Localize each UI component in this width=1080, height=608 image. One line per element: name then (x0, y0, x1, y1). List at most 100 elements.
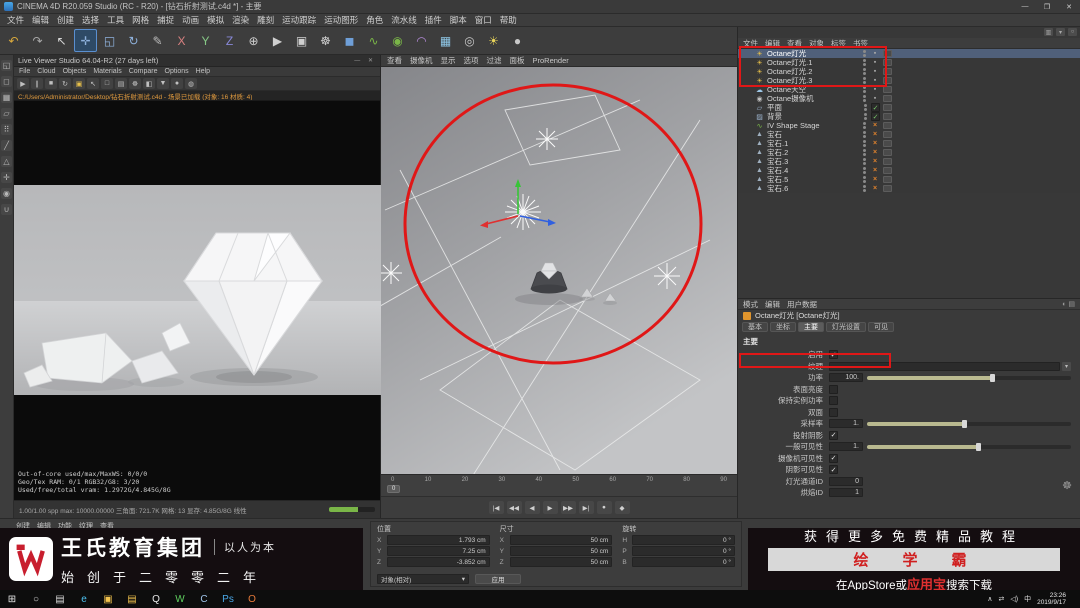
live-viewer-tool-icon[interactable]: ◍ (185, 78, 197, 89)
menu-item[interactable]: 工具 (103, 14, 128, 26)
visibility-dots[interactable] (864, 104, 868, 111)
taskbar-app-icon[interactable]: Ps (216, 590, 240, 608)
object-tag-chip[interactable] (883, 77, 892, 84)
menu-item[interactable]: 角色 (362, 14, 387, 26)
toolbar-icon[interactable]: Y (194, 29, 217, 52)
object-row[interactable]: 背景 (738, 112, 1080, 121)
toolbar-icon[interactable]: ◱ (98, 29, 121, 52)
property-number-field[interactable]: 1 (829, 488, 863, 498)
volume-icon[interactable]: ◁) (1010, 595, 1018, 603)
toolbar-icon[interactable]: ◎ (458, 29, 481, 52)
object-tag-icon[interactable] (871, 103, 880, 112)
object-tag-chip[interactable] (883, 50, 892, 57)
transport-button[interactable]: ▶ (542, 501, 558, 514)
taskbar-app-icon[interactable]: ▤ (120, 590, 144, 608)
object-manager-menu-item[interactable]: 对象 (809, 38, 824, 49)
toolbar-icon[interactable]: ☸ (314, 29, 337, 52)
object-tag-icon[interactable] (870, 185, 880, 192)
property-value-field[interactable]: 100. (829, 373, 863, 383)
menu-item[interactable]: 窗口 (471, 14, 496, 26)
visibility-dots[interactable] (863, 149, 867, 156)
property-checkbox[interactable] (829, 465, 838, 475)
menu-item[interactable]: 选择 (78, 14, 103, 26)
ime-indicator[interactable]: 中 (1024, 594, 1031, 604)
live-viewer-tool-icon[interactable]: ▶ (17, 78, 29, 89)
visibility-dots[interactable] (864, 113, 868, 120)
property-checkbox[interactable] (829, 384, 838, 394)
coord-input[interactable]: 50 cm (509, 535, 613, 545)
network-icon[interactable]: ⇄ (998, 595, 1004, 603)
apply-button[interactable]: 应用 (475, 574, 521, 584)
object-manager-menu-item[interactable]: 查看 (787, 38, 802, 49)
coord-input[interactable]: 0 ° (632, 535, 736, 545)
live-viewer-tool-icon[interactable]: ▼ (157, 78, 169, 89)
timeline-handle[interactable]: 0 (387, 485, 401, 493)
transport-button[interactable]: ◀ (524, 501, 540, 514)
toolbar-icon[interactable]: ✎ (146, 29, 169, 52)
menu-item[interactable]: 模拟 (203, 14, 228, 26)
visibility-dots[interactable] (863, 122, 867, 129)
taskbar-app-icon[interactable]: ○ (24, 590, 48, 608)
toolbar-icon[interactable]: ✛ (74, 29, 97, 52)
mode-icon[interactable]: ╱ (1, 140, 12, 151)
mode-icon[interactable]: ◻ (1, 76, 12, 87)
attr-menu-userdata[interactable]: 用户数据 (787, 299, 817, 310)
object-tag-chip[interactable] (883, 122, 892, 129)
coord-input[interactable]: 0 ° (632, 557, 736, 567)
minimize-button[interactable]: — (1014, 0, 1036, 13)
visibility-dots[interactable] (863, 131, 867, 138)
transport-button[interactable]: |◀ (488, 501, 504, 514)
visibility-dots[interactable] (863, 158, 867, 165)
taskbar-app-icon[interactable]: ⊞ (0, 590, 24, 608)
object-manager-menu-item[interactable]: 标签 (831, 38, 846, 49)
clock[interactable]: 23:26 2019/9/17 (1037, 592, 1066, 607)
property-checkbox[interactable] (829, 350, 838, 360)
object-tag-chip[interactable] (883, 95, 892, 102)
coord-input[interactable]: 50 cm (509, 557, 613, 567)
object-tag-icon[interactable] (870, 59, 880, 66)
toolbar-icon[interactable]: ↖ (50, 29, 73, 52)
menu-item[interactable]: 文件 (3, 14, 28, 26)
live-viewer-tool-icon[interactable]: ☸ (129, 78, 141, 89)
object-tag-icon[interactable] (870, 77, 880, 84)
close-button[interactable]: ✕ (1058, 0, 1080, 13)
menu-item[interactable]: 运动跟踪 (278, 14, 320, 26)
property-slider[interactable] (867, 442, 1071, 451)
toolbar-icon[interactable]: ▶ (266, 29, 289, 52)
visibility-dots[interactable] (863, 77, 867, 84)
menu-item[interactable]: 渲染 (228, 14, 253, 26)
attribute-tab[interactable]: 灯光设置 (826, 322, 866, 332)
object-tag-icon[interactable] (870, 140, 880, 147)
property-number-field[interactable]: 0 (829, 476, 863, 486)
toolbar-icon[interactable]: ↷ (26, 29, 49, 52)
live-viewer-tool-icon[interactable]: ▤ (115, 78, 127, 89)
attribute-tab[interactable]: 基本 (742, 322, 768, 332)
coord-input[interactable]: -3.852 cm (387, 557, 490, 567)
menu-item[interactable]: 编辑 (28, 14, 53, 26)
viewport-menu-item[interactable]: 面板 (510, 55, 525, 66)
visibility-dots[interactable] (863, 176, 867, 183)
taskbar-app-icon[interactable]: O (240, 590, 264, 608)
layout-icon[interactable]: ▥ (1044, 28, 1053, 36)
live-viewer-menu-item[interactable]: Cloud (37, 68, 55, 75)
mode-icon[interactable]: ∪ (1, 204, 12, 215)
toolbar-icon[interactable]: ⊕ (242, 29, 265, 52)
transport-button[interactable]: ◆ (614, 501, 630, 514)
object-tag-chip[interactable] (883, 167, 892, 174)
mode-icon[interactable]: ◉ (1, 188, 12, 199)
live-viewer-tool-icon[interactable]: ▣ (73, 78, 85, 89)
live-viewer-tool-icon[interactable]: ↻ (59, 78, 71, 89)
menu-item[interactable]: 网格 (128, 14, 153, 26)
mode-icon[interactable]: △ (1, 156, 12, 167)
mode-icon[interactable]: ◱ (1, 60, 12, 71)
visibility-dots[interactable] (863, 140, 867, 147)
coord-system-select[interactable]: 对象(相对) ▾ (377, 574, 469, 584)
property-slider[interactable] (867, 419, 1071, 428)
live-viewer-menu-item[interactable]: Compare (129, 68, 158, 75)
viewport-menu-item[interactable]: 查看 (387, 55, 402, 66)
viewport-menu-item[interactable]: 摄像机 (410, 55, 433, 66)
object-manager-menu-item[interactable]: 书签 (853, 38, 868, 49)
visibility-dots[interactable] (863, 185, 867, 192)
object-tag-icon[interactable] (870, 86, 880, 93)
menu-item[interactable]: 创建 (53, 14, 78, 26)
